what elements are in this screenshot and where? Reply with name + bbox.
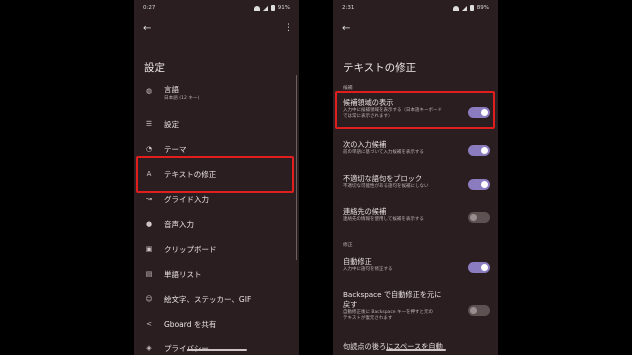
- gesture-navigation-bar[interactable]: [385, 349, 446, 351]
- back-arrow-icon[interactable]: ←: [143, 24, 151, 34]
- item-label: 連絡先の候補: [343, 207, 387, 216]
- item-label: クリップボード: [164, 244, 217, 254]
- scrollbar[interactable]: [295, 75, 297, 260]
- page-title: 設定: [144, 62, 165, 74]
- item-sublabel: 連絡先の情報を使用して候補を表示する: [343, 217, 424, 222]
- toggle-next-word-suggestions[interactable]: [468, 145, 490, 156]
- item-label: 絵文字、ステッカー、GIF: [164, 294, 252, 304]
- setting-auto-correction[interactable]: 自動修正 入力中に語句を修正する: [343, 257, 468, 273]
- signal-icon: [461, 5, 467, 11]
- settings-item-clipboard[interactable]: ▣ クリップボード: [134, 243, 299, 255]
- back-arrow-icon[interactable]: ←: [342, 24, 350, 34]
- toggle-knob: [481, 181, 488, 188]
- status-bar: 0:27 91%: [143, 3, 290, 13]
- battery-icon: [469, 5, 474, 11]
- palette-icon: ◔: [145, 145, 153, 153]
- settings-item-voice-input[interactable]: ● 音声入力: [134, 218, 299, 230]
- toggle-auto-correction[interactable]: [468, 262, 490, 273]
- toggle-knob: [470, 307, 477, 314]
- battery-icon: [270, 5, 275, 11]
- page-title: テキストの修正: [343, 62, 417, 74]
- settings-item-share[interactable]: < Gboard を共有: [134, 318, 299, 330]
- setting-next-word-suggestions[interactable]: 次の入力候補 前の単語に基づいて入力候補を表示する: [343, 140, 468, 156]
- item-label: 自動修正: [343, 257, 372, 266]
- battery-level: 89%: [476, 5, 489, 11]
- item-label: 単語リスト: [164, 269, 202, 279]
- item-label-2: 戻す: [343, 300, 358, 309]
- item-sublabel: 不適切な可能性がある語句を候補にしない: [343, 184, 429, 189]
- toggle-knob: [481, 264, 488, 271]
- section-header-suggestions: 候補: [343, 86, 353, 91]
- status-bar: 2:31 89%: [342, 3, 489, 13]
- globe-icon: ◍: [145, 87, 153, 95]
- section-header-corrections: 修正: [343, 243, 353, 248]
- highlight-box-text-correction: [136, 156, 294, 193]
- settings-item-language[interactable]: ◍ 言語 日本語 (12 キー): [134, 84, 299, 106]
- item-label: Gboard を共有: [164, 319, 217, 329]
- item-sublabel: 日本語 (12 キー): [164, 96, 200, 101]
- emoji-icon: ☺: [145, 295, 153, 303]
- text-correction-screen: 2:31 89% ← テキストの修正 候補 候補領域の表示 入力中に候補領域を表…: [333, 0, 498, 355]
- status-time: 0:27: [143, 5, 156, 11]
- item-label: 不適切な語句をブロック: [343, 174, 423, 183]
- item-label: テーマ: [164, 144, 187, 154]
- toggle-knob: [481, 147, 488, 154]
- screenshot-canvas: 0:27 91% ← ⋮ 設定 ◍ 言語 日本語 (12 キー) ☰ 設定 ◔ …: [0, 0, 632, 355]
- toggle-knob: [470, 214, 477, 221]
- shield-icon: ◈: [146, 344, 152, 352]
- item-label: 次の入力候補: [343, 140, 387, 149]
- status-time: 2:31: [342, 5, 355, 11]
- wifi-icon: [253, 5, 260, 11]
- signal-icon: [262, 5, 268, 11]
- setting-contact-suggestions[interactable]: 連絡先の候補 連絡先の情報を使用して候補を表示する: [343, 207, 468, 223]
- gesture-navigation-bar[interactable]: [186, 349, 247, 351]
- item-sublabel: 入力中に語句を修正する: [343, 267, 393, 272]
- settings-item-dictionary[interactable]: ▤ 単語リスト: [134, 268, 299, 280]
- item-sublabel-2: テキストが復元されます: [343, 316, 393, 321]
- item-label: 音声入力: [164, 219, 194, 229]
- item-sublabel: 前の単語に基づいて入力候補を表示する: [343, 150, 424, 155]
- item-label: プライバシー: [164, 343, 209, 353]
- battery-level: 91%: [277, 5, 290, 11]
- toggle-undo-autocorrect-backspace[interactable]: [468, 305, 490, 316]
- mic-icon: ●: [145, 220, 153, 228]
- toggle-block-offensive-words[interactable]: [468, 179, 490, 190]
- wifi-icon: [452, 5, 459, 11]
- glide-icon: ↝: [146, 195, 152, 203]
- share-icon: <: [146, 320, 152, 328]
- settings-item-theme[interactable]: ◔ テーマ: [134, 143, 299, 155]
- book-icon: ▤: [145, 270, 153, 278]
- item-label: グライド入力: [164, 194, 209, 204]
- setting-block-offensive-words[interactable]: 不適切な語句をブロック 不適切な可能性がある語句を候補にしない: [343, 174, 468, 190]
- settings-item-glide-typing[interactable]: ↝ グライド入力: [134, 193, 299, 205]
- highlight-box-suggestion-strip: [335, 91, 495, 129]
- sliders-icon: ☰: [145, 120, 153, 128]
- setting-undo-autocorrect-backspace[interactable]: Backspace で自動修正を元に 戻す 自動修正後に Backspace キ…: [343, 290, 468, 322]
- item-label: Backspace で自動修正を元に: [343, 290, 442, 299]
- settings-item-privacy[interactable]: ◈ プライバシー: [134, 342, 299, 354]
- clipboard-icon: ▣: [145, 245, 153, 253]
- item-label: 言語: [164, 85, 179, 94]
- settings-item-preferences[interactable]: ☰ 設定: [134, 118, 299, 130]
- more-options-icon[interactable]: ⋮: [284, 23, 293, 33]
- toggle-contact-suggestions[interactable]: [468, 212, 490, 223]
- settings-item-emoji[interactable]: ☺ 絵文字、ステッカー、GIF: [134, 293, 299, 305]
- item-label: 設定: [164, 119, 179, 129]
